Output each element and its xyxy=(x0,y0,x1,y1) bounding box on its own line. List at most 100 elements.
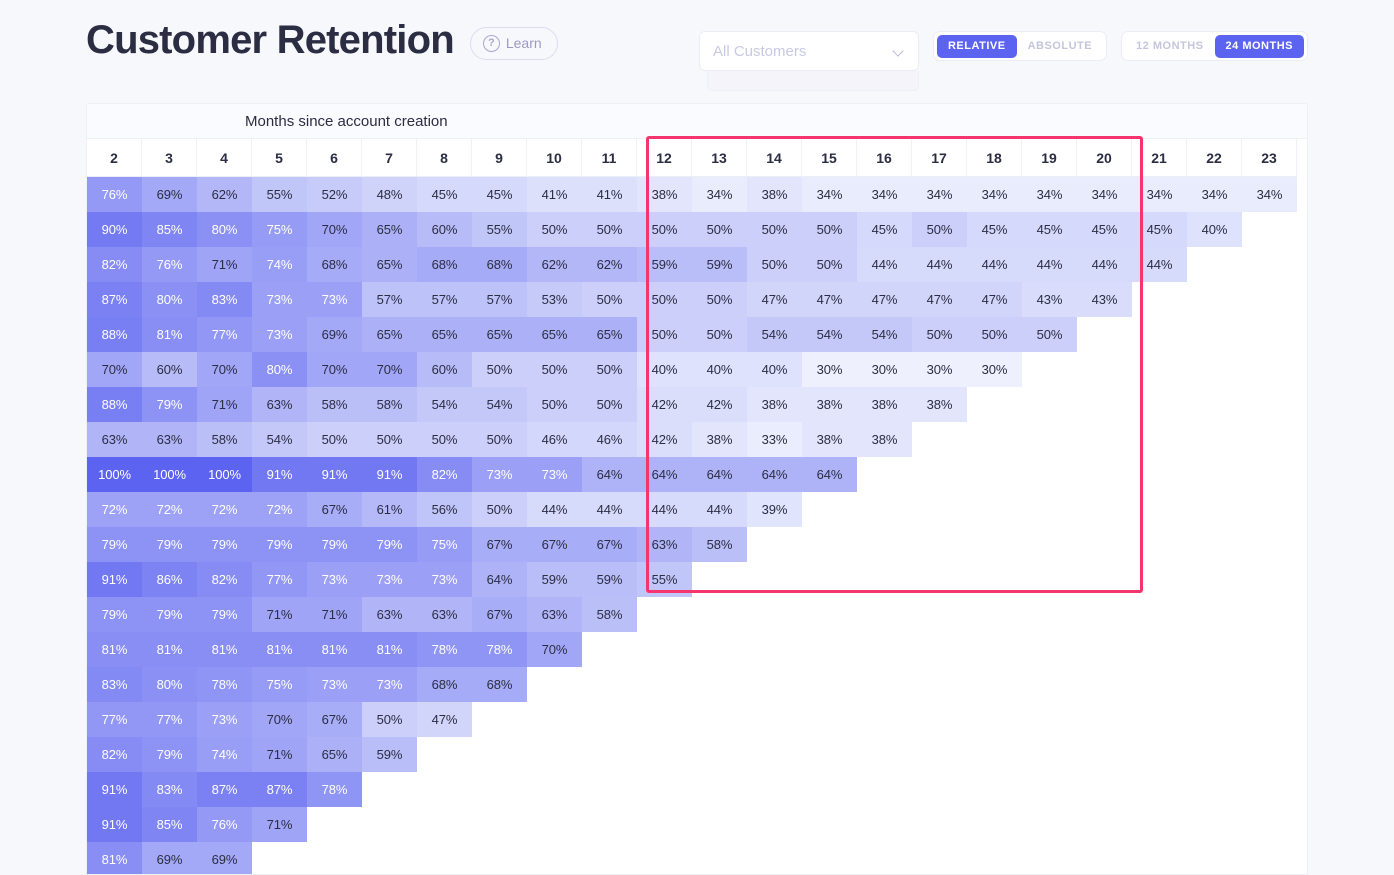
heatmap-cell-empty xyxy=(1242,807,1297,842)
heatmap-cell: 54% xyxy=(747,317,802,352)
heatmap-cell: 38% xyxy=(912,387,967,422)
heatmap-cell: 30% xyxy=(802,352,857,387)
heatmap-cell: 44% xyxy=(692,492,747,527)
heatmap-cell-empty xyxy=(582,632,637,667)
heatmap-cell-empty xyxy=(1077,597,1132,632)
heatmap-cell-empty xyxy=(1242,737,1297,772)
heatmap-cell-empty xyxy=(1022,457,1077,492)
heatmap-cell: 42% xyxy=(692,387,747,422)
heatmap-cell: 58% xyxy=(362,387,417,422)
range-toggle: 12 MONTHS 24 MONTHS xyxy=(1121,31,1308,61)
heatmap-cell: 79% xyxy=(197,527,252,562)
heatmap-cell: 73% xyxy=(527,457,582,492)
heatmap-cell-empty xyxy=(1242,632,1297,667)
heatmap-cell: 87% xyxy=(197,772,252,807)
heatmap-cell: 91% xyxy=(87,562,142,597)
heatmap-cell: 82% xyxy=(87,737,142,772)
heatmap-cell: 55% xyxy=(252,177,307,212)
heatmap-cell-empty xyxy=(527,842,582,875)
heatmap-cell: 59% xyxy=(527,562,582,597)
heatmap-cell-empty xyxy=(802,597,857,632)
heatmap-cell: 54% xyxy=(472,387,527,422)
learn-button[interactable]: ? Learn xyxy=(470,27,558,60)
heatmap-cell: 68% xyxy=(417,667,472,702)
heatmap-cell-empty xyxy=(967,387,1022,422)
heatmap-cell: 50% xyxy=(912,317,967,352)
heatmap-cell: 65% xyxy=(582,317,637,352)
range-toggle-12-months[interactable]: 12 MONTHS xyxy=(1125,35,1214,58)
heatmap-cell-empty xyxy=(1022,842,1077,875)
title-group: Customer Retention ? Learn xyxy=(86,18,558,62)
heatmap-cell: 50% xyxy=(747,247,802,282)
heatmap-cell: 40% xyxy=(1187,212,1242,247)
heatmap-cell-empty xyxy=(1187,842,1242,875)
table-row: 91%85%76%71% xyxy=(87,807,1307,842)
heatmap-cell: 73% xyxy=(252,317,307,352)
customer-select-panel[interactable] xyxy=(707,71,919,91)
heatmap-cell-empty xyxy=(1187,422,1242,457)
heatmap-cell: 45% xyxy=(857,212,912,247)
heatmap-cell: 63% xyxy=(417,597,472,632)
heatmap-cell: 50% xyxy=(527,212,582,247)
column-header: 20 xyxy=(1077,139,1132,177)
heatmap-cell: 91% xyxy=(87,772,142,807)
table-row: 81%81%81%81%81%81%78%78%70% xyxy=(87,632,1307,667)
heatmap-cell: 91% xyxy=(307,457,362,492)
mode-toggle-relative[interactable]: RELATIVE xyxy=(937,35,1017,58)
heatmap-cell-empty xyxy=(1187,772,1242,807)
heatmap-cell-empty xyxy=(1077,527,1132,562)
heatmap-cell: 63% xyxy=(637,527,692,562)
table-row: 87%80%83%73%73%57%57%57%53%50%50%50%47%4… xyxy=(87,282,1307,317)
heatmap-cell: 50% xyxy=(912,212,967,247)
heatmap-cell: 30% xyxy=(912,352,967,387)
heatmap-cell-empty xyxy=(692,562,747,597)
heatmap-cell: 79% xyxy=(307,527,362,562)
heatmap-cell: 70% xyxy=(307,352,362,387)
heatmap-cell: 50% xyxy=(637,317,692,352)
customer-select[interactable]: All Customers xyxy=(699,31,919,71)
heatmap-cell-empty xyxy=(857,667,912,702)
heatmap-cell: 88% xyxy=(87,387,142,422)
heatmap-cell-empty xyxy=(1187,387,1242,422)
heatmap-cell: 70% xyxy=(307,212,362,247)
heatmap-cell-empty xyxy=(747,807,802,842)
heatmap-cell: 44% xyxy=(527,492,582,527)
heatmap-cell: 72% xyxy=(252,492,307,527)
customer-select-value: All Customers xyxy=(713,43,806,60)
heatmap-cell-empty xyxy=(252,842,307,875)
column-header: 15 xyxy=(802,139,857,177)
heatmap-cell-empty xyxy=(1022,667,1077,702)
heatmap-cell-empty xyxy=(857,632,912,667)
heatmap-cell: 86% xyxy=(142,562,197,597)
mode-toggle-absolute[interactable]: ABSOLUTE xyxy=(1017,35,1104,58)
heatmap-cell: 68% xyxy=(417,247,472,282)
heatmap-cell: 52% xyxy=(307,177,362,212)
heatmap-cell: 33% xyxy=(747,422,802,457)
column-header: 22 xyxy=(1187,139,1242,177)
heatmap-cell-empty xyxy=(912,422,967,457)
heatmap-cell: 57% xyxy=(472,282,527,317)
heatmap-cell-empty xyxy=(692,632,747,667)
heatmap-cell: 59% xyxy=(637,247,692,282)
heatmap-cell: 76% xyxy=(142,247,197,282)
range-toggle-24-months[interactable]: 24 MONTHS xyxy=(1215,35,1304,58)
heatmap-cell: 67% xyxy=(307,702,362,737)
heatmap-cell: 67% xyxy=(472,597,527,632)
heatmap-cell: 34% xyxy=(802,177,857,212)
heatmap-cell-empty xyxy=(1187,667,1242,702)
heatmap-cell: 34% xyxy=(1242,177,1297,212)
heatmap-cell: 79% xyxy=(197,597,252,632)
heatmap-cell-empty xyxy=(637,807,692,842)
heatmap-cell: 43% xyxy=(1022,282,1077,317)
heatmap-cell-empty xyxy=(802,527,857,562)
heatmap-cell-empty xyxy=(417,807,472,842)
heatmap-cell-empty xyxy=(1077,667,1132,702)
heatmap-cell: 81% xyxy=(142,632,197,667)
heatmap-cell: 73% xyxy=(307,562,362,597)
heatmap-cell: 34% xyxy=(857,177,912,212)
heatmap-cell: 65% xyxy=(472,317,527,352)
heatmap-cell: 70% xyxy=(87,352,142,387)
heatmap-body: 76%69%62%55%52%48%45%45%41%41%38%34%38%3… xyxy=(87,177,1307,875)
heatmap-cell-empty xyxy=(857,492,912,527)
heatmap-cell: 64% xyxy=(747,457,802,492)
